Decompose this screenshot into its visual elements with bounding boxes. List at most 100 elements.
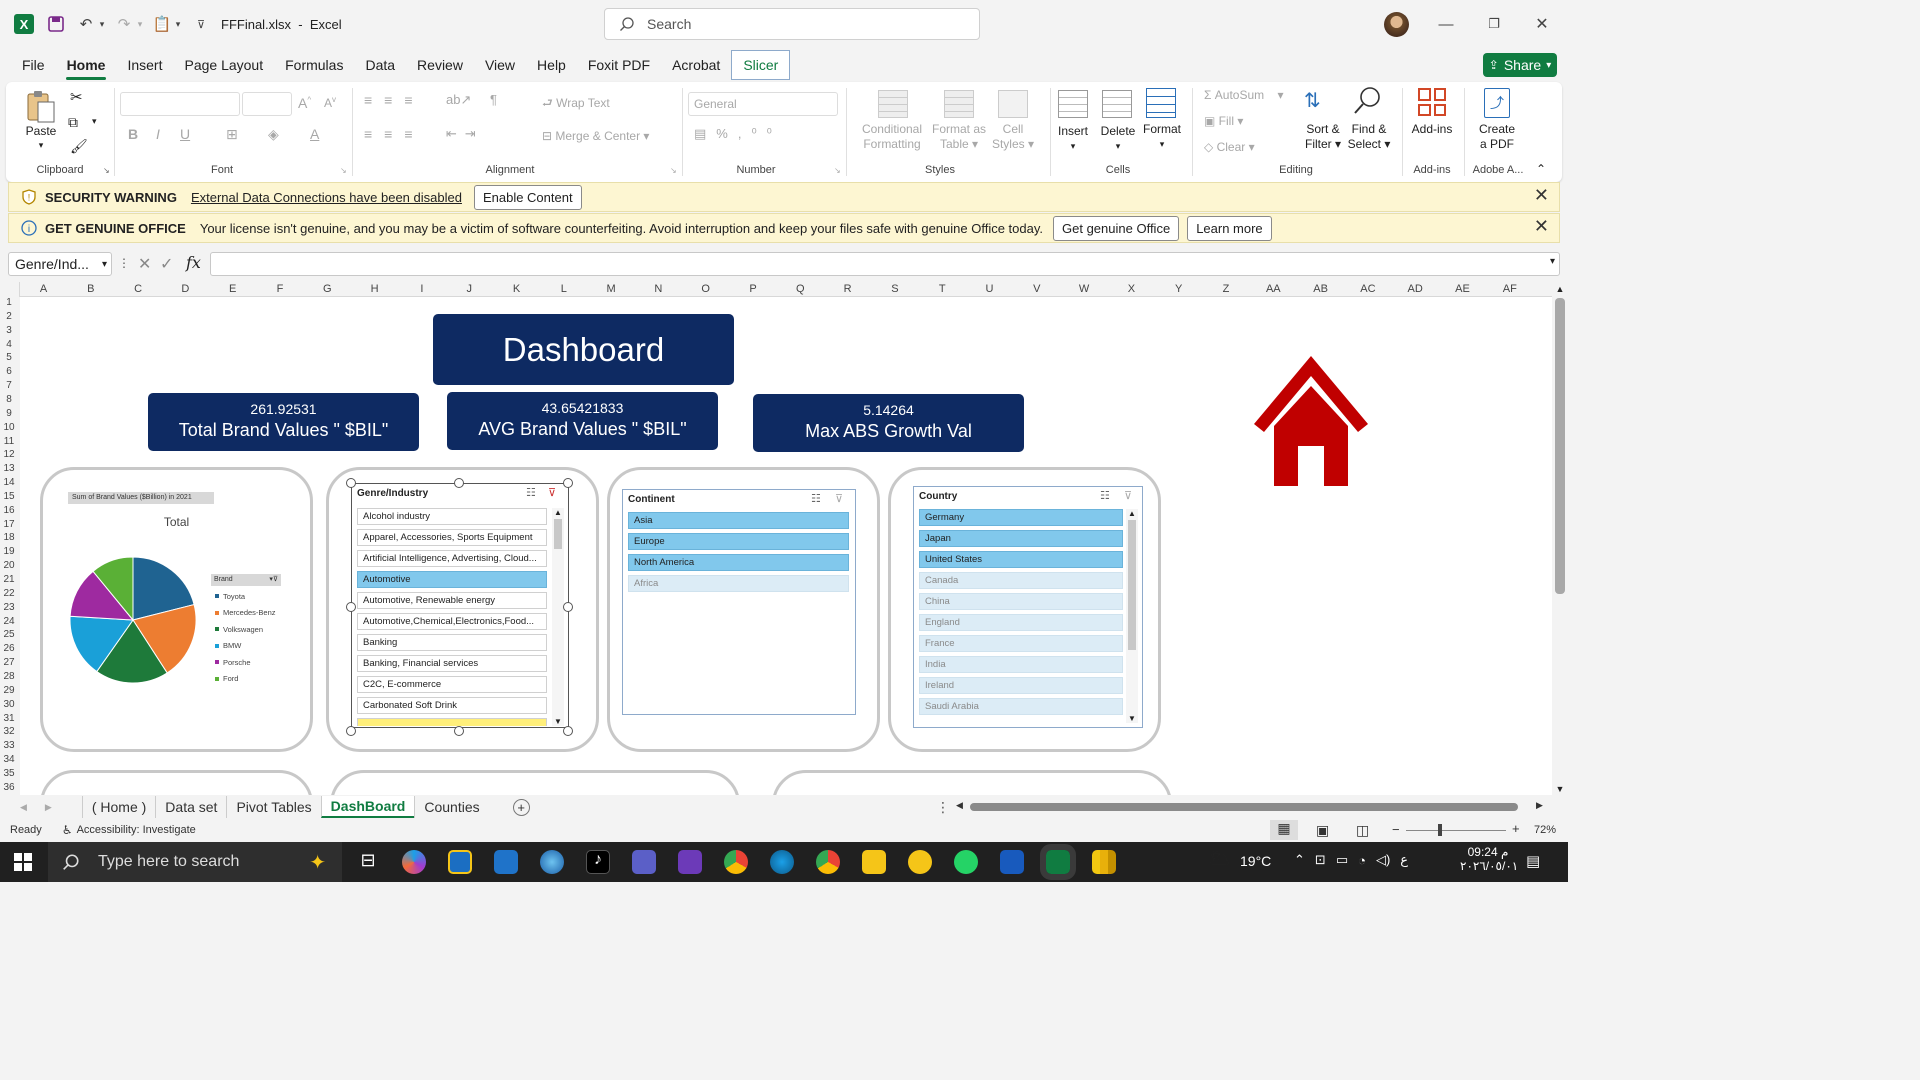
chevron-up-icon[interactable]: ⌃ [1294,852,1305,868]
resize-handle[interactable] [454,726,464,736]
row-header[interactable]: 24 [0,616,18,627]
find-select-button[interactable]: Find & Select ▾ [1344,122,1394,152]
share-button[interactable]: ⇪ Share ▾ [1483,53,1557,77]
decrease-font-icon[interactable]: Av [324,95,336,110]
scroll-thumb[interactable] [1555,298,1565,594]
menu-file[interactable]: File [11,50,56,80]
customize-qa-icon[interactable]: ⊽ [194,14,208,34]
slicer-scrollbar[interactable]: ▲ ▼ [552,508,564,726]
row-header[interactable]: 11 [0,436,18,447]
sheet-tab[interactable]: DashBoard [320,796,415,818]
slicer-item[interactable]: Asia [628,512,849,529]
row-header[interactable]: 21 [0,574,18,585]
column-header[interactable]: Y [1155,283,1202,295]
teams-icon[interactable] [632,850,656,874]
search-box[interactable]: Search [604,8,980,40]
zoom-slider-thumb[interactable] [1438,824,1442,836]
avatar[interactable] [1384,12,1409,37]
slicer-item[interactable]: India [919,656,1123,673]
sheet-tab[interactable]: Counties [414,796,488,818]
normal-view-icon[interactable]: ▦ [1270,820,1298,840]
menu-help[interactable]: Help [526,50,577,80]
resize-handle[interactable] [346,726,356,736]
scroll-right-icon[interactable]: ▶ [1536,800,1543,811]
add-sheet-icon[interactable]: + [512,798,530,816]
indent-icons[interactable]: ⇤⇥ [446,126,484,142]
slicer-item[interactable]: Banking, Financial services [357,655,547,672]
word-icon[interactable] [1000,850,1024,874]
restore-icon[interactable]: ❐ [1484,14,1504,34]
column-header[interactable]: T [919,283,966,295]
merge-center-button[interactable]: ⊟ Merge & Center ▾ [542,129,649,144]
windows-start-icon[interactable] [14,853,32,871]
edge-icon[interactable] [770,850,794,874]
menu-page-layout[interactable]: Page Layout [173,50,274,80]
column-header[interactable]: A [20,283,67,295]
row-header[interactable]: 27 [0,657,18,668]
bold-icon[interactable]: B [128,126,138,142]
number-launcher-icon[interactable]: ↘ [834,166,841,175]
zoom-slider[interactable] [1406,830,1506,831]
column-header[interactable]: N [635,283,682,295]
row-header[interactable]: 32 [0,726,18,737]
row-header[interactable]: 19 [0,546,18,557]
slicer-scrollbar[interactable]: ▲ ▼ [1126,509,1138,723]
sort-filter-button[interactable]: Sort & Filter ▾ [1298,122,1348,152]
menu-formulas[interactable]: Formulas [274,50,354,80]
continent-slicer[interactable]: Continent ☷ ⊽ Asia Europe North America Afr… [622,489,856,715]
column-header[interactable]: F [257,283,304,295]
zoom-level[interactable]: 72% [1534,824,1556,836]
paste-qa-dropdown-icon[interactable]: ▾ [172,14,184,34]
accessibility-status[interactable]: Accessibility: Investigate [77,824,196,836]
cell-styles-button[interactable]: Cell Styles ▾ [990,122,1036,152]
redo-icon[interactable]: ↷ [114,14,134,34]
horizontal-scrollbar[interactable] [970,803,1518,811]
row-header[interactable]: 23 [0,602,18,613]
underline-icon[interactable]: U [180,126,190,142]
slicer-item[interactable] [357,718,547,726]
home-icon[interactable] [1252,352,1370,491]
column-header[interactable]: H [351,283,398,295]
menu-home[interactable]: Home [56,50,117,80]
column-header[interactable]: G [304,283,351,295]
slicer-item[interactable]: Germany [919,509,1123,526]
font-color-icon[interactable]: A [310,126,319,142]
slicer-item[interactable]: Automotive,Chemical,Electronics,Food... [357,613,547,630]
row-header[interactable]: 29 [0,685,18,696]
resize-handle[interactable] [346,478,356,488]
format-as-table-button[interactable]: Format as Table ▾ [926,122,992,152]
slicer-item[interactable]: North America [628,554,849,571]
outlook-icon[interactable] [494,850,518,874]
autosum-button[interactable]: Σ AutoSum ▾ [1204,88,1283,103]
text-direction-icon[interactable]: ¶ [490,92,497,107]
scroll-up-icon[interactable]: ▲ [1552,284,1568,294]
format-painter-icon[interactable]: 🖌 [70,138,88,155]
increase-font-icon[interactable]: A^ [298,95,311,111]
sheet-tab[interactable]: Data set [155,796,226,818]
close-icon[interactable]: ✕ [1534,185,1549,206]
external-data-link[interactable]: External Data Connections have been disa… [191,190,462,205]
vertical-align-icons[interactable]: ≡≡≡ [364,92,425,108]
column-header[interactable]: M [588,283,635,295]
row-header[interactable]: 9 [0,408,18,419]
slicer-item[interactable]: Saudi Arabia [919,698,1123,715]
task-view-icon[interactable]: ⊟ [356,850,380,874]
slicer-item[interactable]: France [919,635,1123,652]
row-header[interactable]: 3 [0,325,18,336]
row-header[interactable]: 6 [0,366,18,377]
multi-select-icon[interactable]: ☷ [1100,489,1110,502]
horizontal-align-icons[interactable]: ≡≡≡ [364,126,425,142]
copilot-icon[interactable] [402,850,426,874]
slicer-item[interactable]: Africa [628,575,849,592]
font-launcher-icon[interactable]: ↘ [340,166,347,175]
slicer-item[interactable]: England [919,614,1123,631]
column-header[interactable]: S [871,283,918,295]
column-header[interactable]: P [730,283,777,295]
row-header[interactable]: 18 [0,532,18,543]
excel-taskbar-icon[interactable] [1040,844,1076,880]
row-header[interactable]: 4 [0,339,18,350]
tiktok-icon[interactable]: ♪ [586,850,610,874]
paste-qa-icon[interactable]: 📋 [152,14,172,34]
row-header[interactable]: 15 [0,491,18,502]
save-icon[interactable] [46,14,66,34]
